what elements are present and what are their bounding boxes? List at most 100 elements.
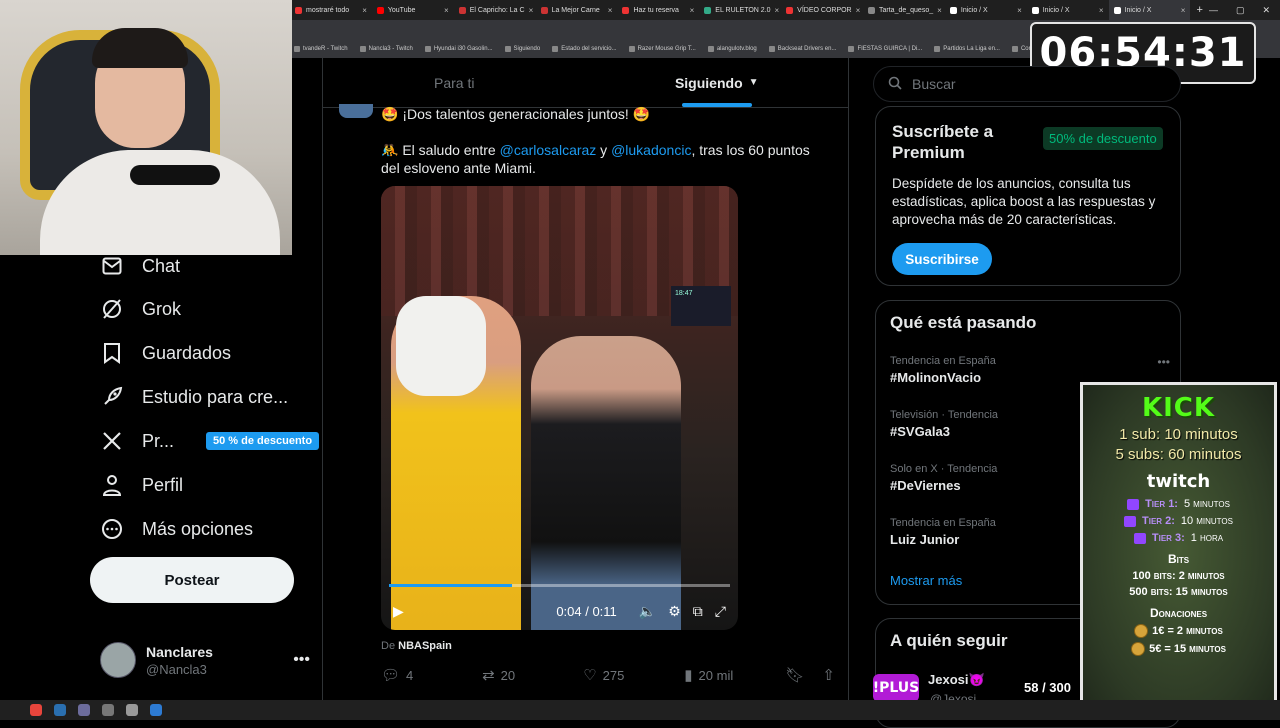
bookmark-item[interactable]: Estado del servicio... (552, 46, 617, 52)
obs-icon[interactable] (102, 704, 114, 716)
bookmark-favicon-icon (768, 46, 775, 52)
close-tab-icon[interactable]: × (1181, 6, 1186, 15)
bookmark-item[interactable]: tvandeR - Twitch (294, 46, 348, 52)
more-dots-icon[interactable]: ••• (293, 651, 310, 669)
bookmark-favicon-icon (628, 46, 635, 52)
bookmark-item[interactable]: alangulotv.blog (707, 46, 757, 52)
bookmark-icon[interactable]: 🔖︎ (785, 666, 804, 684)
bookmark-item[interactable]: Backseat Drivers en... (768, 46, 836, 52)
post-text: 🤼 El saludo entre (381, 142, 500, 158)
donation-line: 5€ = 15 minutos (1083, 642, 1274, 656)
tier-value: 1 hora (1190, 532, 1224, 544)
bookmark-item[interactable]: Hyundai i30 Gasolin... (424, 46, 493, 52)
feed-tabs: Para ti Siguiendo ▼ (323, 58, 848, 108)
nav-label: Pr... (142, 430, 175, 451)
sub-rewards-panel: KICK 1 sub: 10 minutos 5 subs: 60 minuto… (1080, 382, 1277, 718)
nav-item-bookmarks[interactable]: Guardados (100, 340, 231, 366)
browser-tab[interactable]: Tarta_de_queso_ × (863, 0, 945, 20)
account-switcher[interactable]: Nanclares @Nancla3 ••• (100, 640, 310, 680)
goal-counter: 58 / 300 (1024, 680, 1071, 695)
video-progress-bar[interactable] (389, 584, 730, 587)
browser-tab[interactable]: Inicio / X × (1027, 0, 1109, 20)
like-button[interactable]: ♡ 275 (583, 666, 684, 684)
volume-icon[interactable]: 🔈 (639, 603, 656, 620)
coin-icon (1131, 642, 1146, 656)
browser-tab[interactable]: VÍDEO CORPOR × (781, 0, 863, 20)
bookmark-item[interactable]: Partidos La Liga en... (934, 46, 1000, 52)
close-tab-icon[interactable]: × (690, 6, 695, 15)
close-tab-icon[interactable]: × (362, 6, 367, 15)
nav-item-chat[interactable]: Chat (100, 253, 180, 279)
tab-favicon-icon (622, 6, 630, 14)
credit-source[interactable]: NBASpain (398, 640, 452, 652)
bookmark-item[interactable]: Razer Mouse Grip T... (628, 46, 696, 52)
search-input[interactable]: Buscar (873, 66, 1181, 102)
post-author-avatar[interactable] (339, 104, 373, 118)
microphone (130, 165, 220, 185)
browser-tab[interactable]: El Capricho: La C × (454, 0, 536, 20)
subscribe-button[interactable]: Suscribirse (892, 243, 992, 275)
mention-link[interactable]: @carlosalcaraz (500, 142, 597, 158)
follow-suggestion-name[interactable]: Jexosi😈 (928, 672, 985, 688)
post-button[interactable]: Postear (90, 557, 294, 603)
close-window-icon[interactable]: ✕ (1262, 5, 1270, 16)
trend-item[interactable]: Tendencia en España #MolinonVacio ••• (890, 355, 1170, 385)
browser-tab[interactable]: Inicio / X × (1108, 0, 1191, 20)
post-text: y (596, 142, 612, 158)
close-tab-icon[interactable]: × (1017, 6, 1022, 15)
browser-tab[interactable]: La Mejor Carne × (536, 0, 618, 20)
close-tab-icon[interactable]: × (608, 6, 613, 15)
tab-title: mostraré todo (306, 6, 350, 14)
nav-item-premium[interactable]: Pr... 50 % de descuento (100, 428, 320, 454)
twitch-badge-icon (1133, 532, 1146, 544)
tab-following[interactable]: Siguiendo ▼ (586, 58, 849, 107)
maximize-icon[interactable]: ▢ (1236, 5, 1245, 16)
minimize-icon[interactable]: — (1209, 5, 1218, 16)
bookmark-item[interactable]: Siguiendo (504, 46, 540, 52)
tab-title: Haz tu reserva (633, 6, 679, 14)
reply-button[interactable]: 💬︎ 4 (381, 666, 482, 684)
mention-link[interactable]: @lukadoncic (611, 142, 691, 158)
nav-item-creator-studio[interactable]: Estudio para cre... (100, 384, 288, 410)
close-tab-icon[interactable]: × (856, 6, 861, 15)
new-tab-icon[interactable]: + (1190, 4, 1208, 16)
browser-tab[interactable]: Inicio / X × (945, 0, 1027, 20)
video-player[interactable]: 18:47 ▶ 0:04 / 0:11 🔈 ⚙ ⧉ ⤢ (381, 186, 738, 630)
close-tab-icon[interactable]: × (444, 6, 449, 15)
app-icon[interactable] (126, 704, 138, 716)
browser-tab[interactable]: YouTube × (372, 0, 454, 20)
fullscreen-icon[interactable]: ⤢ (715, 603, 726, 620)
tab-title: VÍDEO CORPOR (797, 6, 852, 14)
more-dots-icon[interactable]: ••• (1157, 355, 1170, 369)
app-icon[interactable] (78, 704, 90, 716)
bookmark-item[interactable]: Nancla3 - Twitch (359, 46, 413, 52)
bookmark-item[interactable]: FIESTAS GUIRCA | Di... (848, 46, 922, 52)
browser-tab[interactable]: EL RULETON 2.0 × (699, 0, 781, 20)
tab-for-you[interactable]: Para ti (323, 58, 586, 107)
views-button[interactable]: ▮ 20 mil (684, 666, 785, 684)
video-controls: ▶ 0:04 / 0:11 🔈 ⚙ ⧉ ⤢ (381, 596, 738, 626)
close-tab-icon[interactable]: × (937, 6, 942, 15)
bookmark-icon (100, 341, 124, 365)
show-more-link[interactable]: Mostrar más (890, 573, 962, 588)
repost-button[interactable]: ⇄ 20 (482, 666, 583, 684)
share-icon[interactable]: ⇧ (822, 666, 835, 684)
x-logo-icon (100, 429, 124, 453)
tier-line: Tier 2: 10 minutos (1083, 515, 1274, 527)
chrome-icon[interactable] (30, 704, 42, 716)
pip-icon[interactable]: ⧉ (693, 603, 703, 620)
close-tab-icon[interactable]: × (1099, 6, 1104, 15)
close-tab-icon[interactable]: × (775, 6, 780, 15)
steam-icon[interactable] (54, 704, 66, 716)
app-icon[interactable] (150, 704, 162, 716)
close-tab-icon[interactable]: × (529, 6, 534, 15)
browser-tab[interactable]: Haz tu reserva × (617, 0, 699, 20)
nav-item-grok[interactable]: Grok (100, 296, 181, 322)
nav-item-more[interactable]: Más opciones (100, 516, 253, 542)
browser-tab[interactable]: mostraré todo × (290, 0, 372, 20)
bookmark-label: alangulotv.blog (716, 46, 757, 52)
play-icon[interactable]: ▶ (393, 603, 404, 620)
settings-gear-icon[interactable]: ⚙ (668, 603, 681, 620)
tier-label: Tier 2: (1142, 515, 1175, 527)
nav-item-profile[interactable]: Perfil (100, 472, 183, 498)
